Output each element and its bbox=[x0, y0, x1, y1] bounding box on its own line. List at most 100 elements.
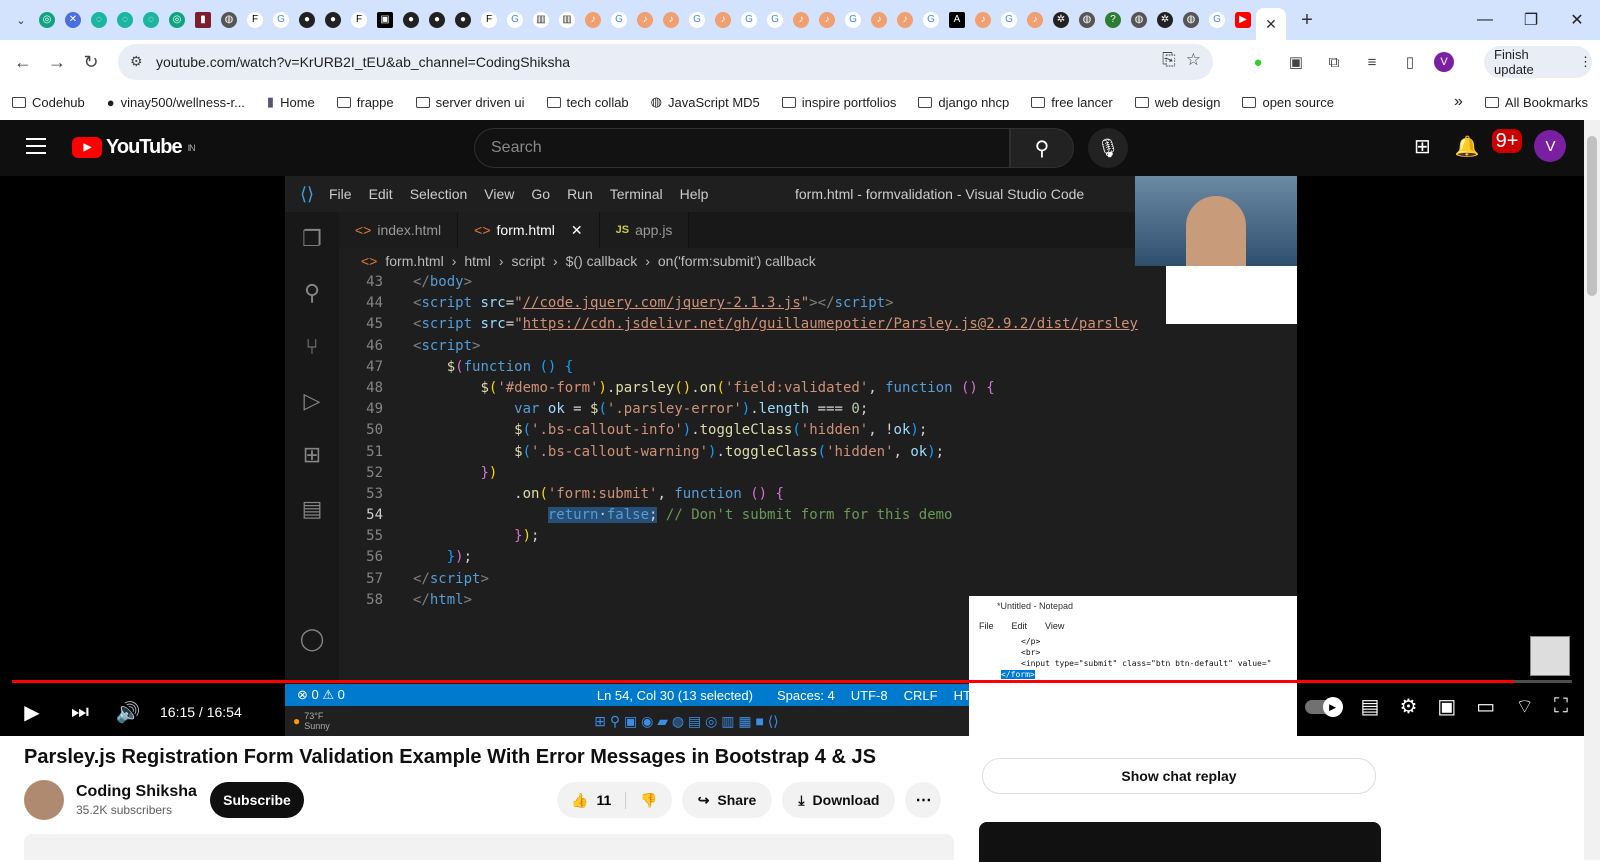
reload-icon[interactable]: ↻ bbox=[74, 45, 108, 79]
bookmark-link[interactable]: ● vinay500/wellness-r... bbox=[107, 95, 245, 110]
recommended-video-thumbnail[interactable] bbox=[979, 822, 1381, 862]
bookmark-folder[interactable]: web design bbox=[1134, 95, 1220, 110]
tab-favicon[interactable]: ● bbox=[294, 7, 320, 33]
tab-favicon[interactable]: G bbox=[1204, 7, 1230, 33]
channel-name[interactable]: Coding Shiksha bbox=[76, 783, 197, 801]
theater-mode-icon[interactable]: ▭ bbox=[1476, 694, 1495, 719]
more-actions-button[interactable]: ⋯ bbox=[905, 782, 942, 818]
tab-favicon[interactable]: ♪ bbox=[814, 7, 840, 33]
like-button[interactable]: 👍 11 bbox=[557, 791, 627, 809]
minimize-icon[interactable]: — bbox=[1462, 0, 1508, 40]
tab-favicon[interactable]: ▥ bbox=[528, 7, 554, 33]
tab-favicon[interactable]: G bbox=[918, 7, 944, 33]
tab-favicon[interactable]: ♪ bbox=[866, 7, 892, 33]
share-button[interactable]: ↪ Share bbox=[681, 782, 773, 818]
install-app-icon[interactable]: ⎘ bbox=[1162, 50, 1176, 70]
download-button[interactable]: ⤓ Download bbox=[782, 782, 896, 818]
extensions-puzzle-icon[interactable]: ⧉ bbox=[1320, 48, 1348, 76]
tab-favicon[interactable]: G bbox=[606, 7, 632, 33]
tab-favicon[interactable]: ◎ bbox=[34, 7, 60, 33]
tab-favicon[interactable]: G bbox=[762, 7, 788, 33]
cast-icon[interactable]: ⌔ bbox=[1515, 694, 1534, 719]
tab-favicon[interactable]: ♪ bbox=[892, 7, 918, 33]
fullscreen-icon[interactable]: ⛶ bbox=[1554, 695, 1568, 718]
extension-icon[interactable]: ▣ bbox=[1282, 48, 1310, 76]
tab-favicon[interactable]: F bbox=[476, 7, 502, 33]
extension-green-icon[interactable]: ● bbox=[1244, 48, 1272, 76]
profile-avatar[interactable]: V bbox=[1434, 52, 1454, 72]
voice-search-button[interactable]: 🎙 bbox=[1088, 128, 1128, 168]
tab-favicon[interactable]: ▶ bbox=[1230, 7, 1256, 33]
site-info-icon[interactable]: ⚙ bbox=[130, 53, 143, 70]
restore-icon[interactable]: ❐ bbox=[1508, 0, 1554, 40]
tab-favicon[interactable]: ◌ bbox=[86, 7, 112, 33]
forward-icon[interactable]: → bbox=[40, 45, 74, 79]
tab-favicon[interactable]: ♪ bbox=[710, 7, 736, 33]
tab-favicon[interactable]: ◍ bbox=[216, 7, 242, 33]
channel-avatar[interactable] bbox=[24, 780, 64, 820]
show-chat-replay-button[interactable]: Show chat replay bbox=[982, 758, 1376, 794]
notifications-bell-icon[interactable]: 🔔 9+ bbox=[1455, 128, 1523, 159]
account-avatar[interactable]: V bbox=[1534, 130, 1567, 162]
page-scrollbar[interactable] bbox=[1584, 120, 1600, 860]
bookmark-link[interactable]: ◍ JavaScript MD5 bbox=[651, 94, 760, 110]
tab-favicon[interactable]: G bbox=[684, 7, 710, 33]
tab-favicon[interactable]: ✲ bbox=[1048, 7, 1074, 33]
tab-favicon[interactable]: ● bbox=[398, 7, 424, 33]
volume-icon[interactable]: 🔊 bbox=[104, 700, 152, 725]
new-tab-icon[interactable]: + bbox=[1294, 7, 1320, 33]
search-input[interactable]: Search bbox=[474, 128, 1010, 168]
tab-favicon[interactable]: G bbox=[502, 7, 528, 33]
bookmark-star-icon[interactable]: ☆ bbox=[1186, 50, 1201, 70]
bookmark-folder[interactable]: inspire portfolios bbox=[781, 95, 896, 110]
finish-update-button[interactable]: Finish update ⋮ bbox=[1484, 46, 1592, 78]
subtitles-icon[interactable]: ▤ bbox=[1361, 694, 1380, 719]
tab-favicon[interactable]: F bbox=[242, 7, 268, 33]
scrollbar-thumb[interactable] bbox=[1587, 136, 1597, 296]
bookmark-folder[interactable]: Codehub bbox=[12, 95, 85, 110]
tab-favicon[interactable]: ♪ bbox=[788, 7, 814, 33]
bookmark-folder[interactable]: frappe bbox=[336, 95, 394, 110]
bookmark-folder[interactable]: django nhcp bbox=[918, 95, 1009, 110]
tab-favicon[interactable]: G bbox=[840, 7, 866, 33]
tab-favicon[interactable]: ? bbox=[1100, 7, 1126, 33]
tab-favicon[interactable]: ✕ bbox=[60, 7, 86, 33]
bookmark-link[interactable]: ▮ Home bbox=[267, 94, 315, 110]
tab-favicon[interactable]: ◍ bbox=[1178, 7, 1204, 33]
tab-favicon[interactable]: ◌ bbox=[138, 7, 164, 33]
miniplayer-icon[interactable]: ▣ bbox=[1437, 694, 1456, 719]
tab-favicon[interactable]: ● bbox=[424, 7, 450, 33]
channel-watermark[interactable] bbox=[1530, 636, 1570, 676]
bookmark-folder[interactable]: tech collab bbox=[546, 95, 629, 110]
tab-favicon[interactable]: ♪ bbox=[580, 7, 606, 33]
close-window-icon[interactable]: ✕ bbox=[1554, 0, 1600, 40]
bookmark-folder[interactable]: server driven ui bbox=[415, 95, 525, 110]
media-controls-icon[interactable]: ≡ bbox=[1358, 48, 1386, 76]
menu-icon[interactable] bbox=[26, 138, 46, 154]
tab-favicon[interactable]: ● bbox=[450, 7, 476, 33]
side-panel-icon[interactable]: ▯ bbox=[1396, 48, 1424, 76]
tab-search-icon[interactable]: ⌄ bbox=[8, 7, 34, 33]
tab-favicon[interactable]: A bbox=[944, 7, 970, 33]
tab-favicon[interactable]: ♪ bbox=[1022, 7, 1048, 33]
progress-bar[interactable] bbox=[12, 680, 1572, 683]
more-bookmarks-icon[interactable]: » bbox=[1454, 93, 1463, 111]
tab-favicon[interactable]: ✲ bbox=[1152, 7, 1178, 33]
tab-favicon[interactable]: G bbox=[268, 7, 294, 33]
active-tab-close-icon[interactable]: ✕ bbox=[1256, 8, 1286, 40]
tab-favicon[interactable]: ▣ bbox=[372, 7, 398, 33]
tab-favicon[interactable]: ● bbox=[320, 7, 346, 33]
tab-favicon[interactable]: ▮ bbox=[190, 7, 216, 33]
tab-favicon[interactable]: G bbox=[736, 7, 762, 33]
subscribe-button[interactable]: Subscribe bbox=[210, 782, 304, 818]
tab-favicon[interactable]: ◌ bbox=[112, 7, 138, 33]
next-icon[interactable]: ⏭ bbox=[56, 701, 104, 724]
address-bar[interactable]: ⚙ youtube.com/watch?v=KrURB2I_tEU&ab_cha… bbox=[118, 44, 1213, 80]
tab-favicon[interactable]: ◍ bbox=[1074, 7, 1100, 33]
tab-favicon[interactable]: ♪ bbox=[632, 7, 658, 33]
tab-favicon[interactable]: ♪ bbox=[658, 7, 684, 33]
autoplay-toggle[interactable] bbox=[1304, 696, 1343, 717]
dislike-button[interactable]: 👎 bbox=[626, 792, 671, 809]
youtube-logo[interactable]: ▶ YouTube IN bbox=[72, 136, 196, 159]
tab-favicon[interactable]: ◎ bbox=[164, 7, 190, 33]
